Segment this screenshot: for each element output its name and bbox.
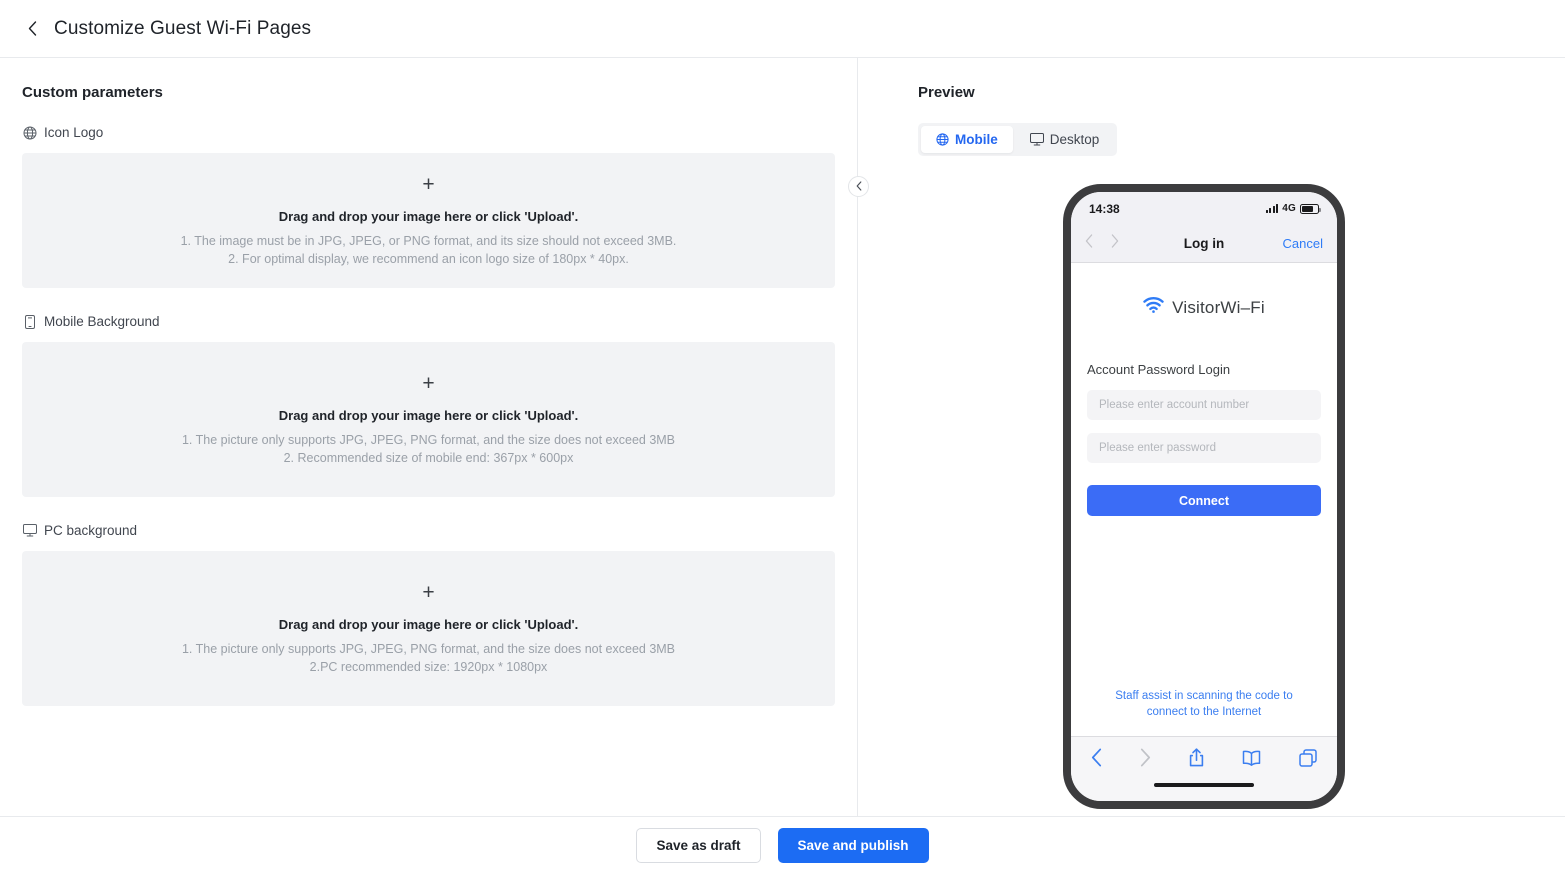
field-mobile-background: Mobile Background + Drag and drop your i… (22, 314, 835, 497)
dropzone-line-1: 1. The picture only supports JPG, JPEG, … (181, 432, 676, 447)
wifi-icon (1143, 296, 1164, 318)
dropzone-mobile-background[interactable]: + Drag and drop your image here or click… (22, 342, 835, 497)
dropzone-line-2: 2. Recommended size of mobile end: 367px… (283, 450, 574, 465)
account-input[interactable]: Please enter account number (1087, 390, 1321, 420)
preview-title: Preview (918, 84, 975, 101)
field-label-icon-logo: Icon Logo (22, 125, 835, 140)
tabs-icon[interactable] (1299, 748, 1317, 772)
tab-mobile[interactable]: Mobile (921, 126, 1013, 153)
dropzone-icon-logo[interactable]: + Drag and drop your image here or click… (22, 153, 835, 288)
plus-icon: + (422, 371, 435, 395)
signal-bars-icon (1265, 204, 1279, 213)
page-header: Customize Guest Wi-Fi Pages (0, 0, 1565, 58)
dropzone-headline: Drag and drop your image here or click '… (278, 407, 579, 423)
chevron-right-icon[interactable] (1140, 748, 1151, 772)
battery-icon (1300, 203, 1321, 214)
chevron-left-icon[interactable] (1091, 748, 1102, 772)
section-title: Custom parameters (22, 84, 163, 101)
home-indicator (1154, 783, 1254, 787)
tab-mobile-label: Mobile (955, 132, 998, 147)
save-and-publish-button[interactable]: Save and publish (777, 827, 929, 863)
account-input-placeholder: Please enter account number (1099, 399, 1250, 411)
connect-button[interactable]: Connect (1087, 485, 1321, 516)
collapse-panel-button[interactable] (848, 176, 869, 197)
body-container: Custom parameters Icon Logo + Drag and d… (0, 58, 1565, 816)
field-label-mobile-background: Mobile Background (22, 314, 835, 329)
custom-parameters-pane: Custom parameters Icon Logo + Drag and d… (0, 58, 858, 816)
dropzone-line-2: 2.PC recommended size: 1920px * 1080px (309, 659, 548, 674)
tab-desktop[interactable]: Desktop (1015, 126, 1115, 153)
field-label-text: Mobile Background (44, 314, 160, 329)
phone-preview-area: 14:38 4G Log in Cancel VisitorWi–Fi Acco… (918, 184, 1565, 809)
phone-mockup: 14:38 4G Log in Cancel VisitorWi–Fi Acco… (1063, 184, 1345, 809)
staff-assist-link[interactable]: Staff assist in scanning the code to con… (1087, 688, 1321, 720)
monitor-icon (1029, 133, 1044, 146)
dropzone-line-1: 1. The picture only supports JPG, JPEG, … (181, 641, 676, 656)
dropzone-headline: Drag and drop your image here or click '… (278, 208, 579, 224)
chevron-left-icon (856, 178, 862, 196)
plus-icon: + (422, 172, 435, 196)
status-indicators: 4G (1265, 203, 1321, 214)
globe-icon (22, 125, 37, 140)
book-icon[interactable] (1242, 750, 1261, 771)
field-label-text: PC background (44, 523, 138, 538)
dropzone-headline: Drag and drop your image here or click '… (278, 616, 579, 632)
phone-navbar: Log in Cancel (1071, 225, 1337, 263)
password-input[interactable]: Please enter password (1087, 433, 1321, 463)
back-button[interactable] (22, 19, 42, 39)
chevron-left-icon[interactable] (1085, 234, 1093, 253)
globe-icon (936, 133, 949, 146)
chevron-left-icon (28, 21, 37, 36)
share-icon[interactable] (1189, 748, 1204, 772)
page-title: Customize Guest Wi-Fi Pages (54, 17, 312, 39)
dropzone-line-1: 1. The image must be in JPG, JPEG, or PN… (180, 233, 677, 248)
nav-arrows (1085, 234, 1119, 253)
dropzone-pc-background[interactable]: + Drag and drop your image here or click… (22, 551, 835, 706)
chevron-right-icon[interactable] (1111, 234, 1119, 253)
field-pc-background: PC background + Drag and drop your image… (22, 523, 835, 706)
save-as-draft-button[interactable]: Save as draft (636, 827, 761, 863)
field-label-text: Icon Logo (44, 125, 104, 140)
phone-page-content: VisitorWi–Fi Account Password Login Plea… (1071, 263, 1337, 736)
phone-statusbar: 14:38 4G (1071, 192, 1337, 225)
home-indicator-area (1071, 783, 1337, 801)
monitor-icon (22, 523, 37, 538)
mobile-icon (22, 314, 37, 329)
phone-cancel-button[interactable]: Cancel (1283, 236, 1323, 251)
status-time: 14:38 (1089, 201, 1120, 216)
network-label: 4G (1282, 203, 1296, 214)
plus-icon: + (422, 580, 435, 604)
brand-row: VisitorWi–Fi (1087, 296, 1321, 318)
login-heading: Account Password Login (1087, 362, 1231, 377)
phone-browser-toolbar (1071, 736, 1337, 783)
action-footer: Save as draft Save and publish (0, 816, 1565, 873)
password-input-placeholder: Please enter password (1099, 442, 1216, 454)
tab-desktop-label: Desktop (1049, 132, 1100, 147)
preview-mode-tabs: Mobile Desktop (918, 123, 1118, 156)
dropzone-line-2: 2. For optimal display, we recommend an … (228, 251, 629, 266)
preview-pane: Preview Mobile Desktop 14:38 4G Log in C… (858, 58, 1565, 816)
field-label-pc-background: PC background (22, 523, 835, 538)
field-icon-logo: Icon Logo + Drag and drop your image her… (22, 125, 835, 288)
brand-name: VisitorWi–Fi (1172, 297, 1265, 317)
